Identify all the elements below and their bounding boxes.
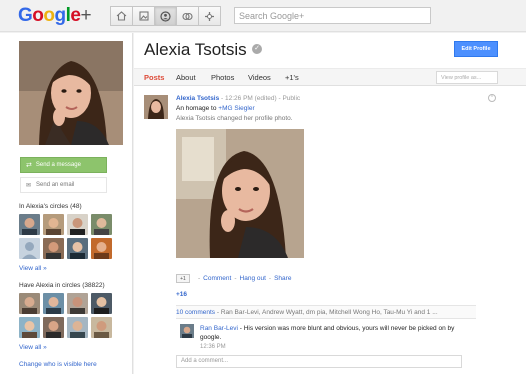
comment-body: Ran Bar-Levi - His version was more blun… <box>200 324 474 342</box>
have-in-circles-avatars <box>19 293 112 338</box>
google-plus-logo[interactable]: Google+ <box>18 5 92 27</box>
logo-letter: e <box>70 5 81 26</box>
avatar[interactable] <box>43 293 64 314</box>
send-email-label: Send an email <box>36 182 75 188</box>
top-bar: Google+ Search Google+ <box>0 0 526 32</box>
avatar[interactable] <box>43 238 64 259</box>
home-icon[interactable] <box>110 6 133 26</box>
tab-photos[interactable]: Photos <box>211 73 234 82</box>
logo-letter: o <box>32 5 44 26</box>
in-circles-title: In Alexia's circles (48) <box>19 203 82 210</box>
avatar[interactable] <box>91 238 112 259</box>
verified-icon: ✓ <box>252 44 262 54</box>
post-meta: Alexia Tsotsis - 12:26 PM (edited) - Pub… <box>176 95 300 102</box>
comment-timestamp: 12:36 PM <box>200 344 226 350</box>
add-comment-input[interactable]: Add a comment... <box>176 355 462 368</box>
games-icon[interactable] <box>198 6 221 26</box>
plus-one-count[interactable]: +16 <box>176 291 187 298</box>
avatar[interactable] <box>19 317 40 338</box>
main-content: Alexia Tsotsis ✓ Edit Profile Posts Abou… <box>134 33 526 374</box>
view-all-link-1[interactable]: View all » <box>19 265 47 272</box>
comment-link[interactable]: Comment <box>203 275 231 282</box>
avatar[interactable] <box>67 317 88 338</box>
logo-letter: g <box>54 5 67 26</box>
in-circles-avatars <box>19 214 112 259</box>
avatar[interactable] <box>19 293 40 314</box>
nav-icons <box>110 6 221 26</box>
profile-icon[interactable] <box>154 6 177 26</box>
avatar[interactable] <box>91 293 112 314</box>
post-author-avatar[interactable] <box>144 95 168 119</box>
comment-text: - His version was more blunt and obvious… <box>200 325 455 341</box>
tab-about[interactable]: About <box>176 73 196 82</box>
send-email-button[interactable]: ✉ Send an email <box>20 177 107 193</box>
send-message-button[interactable]: ⇄ Send a message <box>20 157 107 173</box>
tab-posts[interactable]: Posts <box>144 73 164 82</box>
share-link[interactable]: Share <box>274 275 291 282</box>
have-in-circles-title: Have Alexia in circles (38822) <box>19 282 105 289</box>
comment-author-avatar[interactable] <box>180 324 194 338</box>
comments-summary[interactable]: 10 comments - Ran Bar-Levi, Andrew Wyatt… <box>176 305 476 319</box>
avatar[interactable] <box>67 214 88 235</box>
left-sidebar: ⇄ Send a message ✉ Send an email In Alex… <box>0 33 133 374</box>
send-message-label: Send a message <box>35 162 81 168</box>
change-visibility-link[interactable]: Change who is visible here <box>19 361 97 368</box>
plus-one-button[interactable]: +1 <box>176 274 190 283</box>
mention-link[interactable]: +MG Siegler <box>218 105 254 112</box>
commenters-list: - Ran Bar-Levi, Andrew Wyatt, dm pia, Mi… <box>216 309 438 316</box>
post-note: Alexia Tsotsis changed her profile photo… <box>176 115 293 122</box>
post-timestamp: - 12:26 PM (edited) - Public <box>221 95 301 102</box>
post-actions: +1 - Comment - Hang out - Share <box>176 274 291 283</box>
avatar[interactable] <box>19 214 40 235</box>
avatar[interactable] <box>43 214 64 235</box>
circles-icon[interactable] <box>176 6 199 26</box>
profile-name: Alexia Tsotsis <box>144 40 247 59</box>
photos-icon[interactable] <box>132 6 155 26</box>
avatar[interactable] <box>67 293 88 314</box>
hangout-link[interactable]: Hang out <box>240 275 266 282</box>
comment-author-link[interactable]: Ran Bar-Levi <box>200 325 238 332</box>
avatar[interactable] <box>67 238 88 259</box>
comments-count[interactable]: 10 comments <box>176 309 215 316</box>
avatar[interactable] <box>91 317 112 338</box>
post-photo[interactable] <box>176 129 304 258</box>
profile-tabs: Posts About Photos Videos +1's View prof… <box>134 68 526 86</box>
avatar[interactable] <box>43 317 64 338</box>
logo-letter: o <box>43 5 55 26</box>
collapse-icon[interactable]: ⌃ <box>488 94 496 102</box>
tab-plusones[interactable]: +1's <box>285 73 299 82</box>
profile-photo[interactable] <box>19 41 123 145</box>
logo-plus: + <box>80 5 92 26</box>
email-icon: ✉ <box>26 182 32 189</box>
view-all-link-2[interactable]: View all » <box>19 344 47 351</box>
search-input[interactable]: Search Google+ <box>234 7 431 24</box>
avatar[interactable] <box>19 238 40 259</box>
separator: - <box>268 275 272 282</box>
post-text-body: An homage to <box>176 105 217 112</box>
avatar[interactable] <box>91 214 112 235</box>
separator: - <box>234 275 237 282</box>
post-author-link[interactable]: Alexia Tsotsis <box>176 95 219 102</box>
share-icon: ⇄ <box>26 162 32 169</box>
view-profile-as-input[interactable]: View profile as... <box>436 71 498 84</box>
logo-letter: G <box>18 5 33 26</box>
edit-profile-button[interactable]: Edit Profile <box>454 41 498 57</box>
tab-videos[interactable]: Videos <box>248 73 271 82</box>
separator: - <box>198 275 201 282</box>
post-text: An homage to +MG Siegler <box>176 105 255 112</box>
